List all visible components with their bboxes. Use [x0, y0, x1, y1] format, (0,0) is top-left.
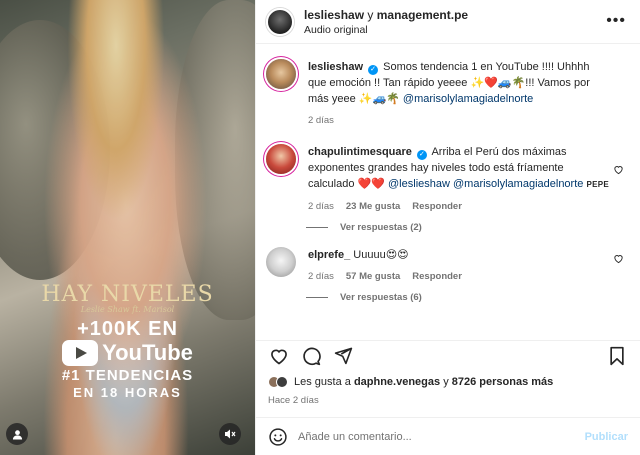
reply-button[interactable]: Responder — [412, 271, 462, 282]
heart-icon[interactable] — [613, 253, 624, 264]
avatar[interactable] — [266, 144, 296, 174]
tagged-users-button[interactable] — [6, 423, 28, 445]
view-replies-button[interactable]: Ver respuestas (2) — [306, 222, 626, 233]
caption-username[interactable]: leslieshaw — [308, 61, 363, 73]
view-replies-button[interactable]: Ver respuestas (6) — [306, 292, 626, 303]
like-button[interactable] — [268, 345, 290, 367]
avatar — [276, 376, 288, 388]
likes-joiner: y — [443, 376, 449, 388]
comment-emojis: 😍😍 — [385, 249, 409, 261]
avatar[interactable] — [266, 7, 294, 36]
emoji-icon[interactable] — [268, 427, 288, 447]
comment-age[interactable]: 2 días — [308, 201, 334, 212]
heart-icon[interactable] — [613, 164, 624, 175]
comment-button[interactable] — [300, 345, 322, 367]
author-username[interactable]: leslieshaw — [304, 8, 364, 22]
overlay-subtitle: Leslie Shaw ft. Marisol — [80, 305, 175, 314]
caption-age[interactable]: 2 días — [308, 115, 334, 126]
comment-emojis: ❤️❤️ — [357, 178, 385, 190]
post-media[interactable]: HAY NIVELES Leslie Shaw ft. Marisol +100… — [0, 0, 255, 455]
comment-icon — [303, 347, 321, 365]
user-icon — [12, 429, 22, 440]
view-replies-label: Ver respuestas (2) — [340, 222, 422, 233]
likes-summary: Les gusta a daphne.venegas y 8726 person… — [268, 376, 553, 388]
share-icon — [334, 347, 352, 365]
overlay-youtube: YouTube — [0, 340, 255, 366]
mute-icon — [225, 429, 236, 439]
comment-username[interactable]: chapulintimesquare — [308, 146, 412, 158]
likes-prefix: Les gusta a — [294, 376, 351, 388]
divider — [306, 297, 328, 298]
avatar[interactable] — [266, 59, 296, 89]
comment-likes[interactable]: 23 Me gusta — [346, 201, 400, 212]
avatar[interactable] — [266, 247, 296, 277]
comment-composer: Publicar — [256, 417, 640, 455]
comment-likes[interactable]: 57 Me gusta — [346, 271, 400, 282]
reply-button[interactable]: Responder — [412, 201, 462, 212]
comment-text: Uuuuu — [353, 249, 386, 261]
overlay-hours: EN 18 HORAS — [73, 385, 182, 400]
divider — [306, 227, 328, 228]
comments-list[interactable]: leslieshaw ✓ Somos tendencia 1 en YouTub… — [256, 45, 640, 331]
post-author: leslieshaw y management.pe — [304, 8, 468, 22]
share-button[interactable] — [332, 345, 354, 367]
overlay-platform: YouTube — [102, 340, 193, 365]
action-bar — [256, 340, 640, 370]
post-sidebar: leslieshaw y management.pe Audio origina… — [255, 0, 640, 455]
comment-age[interactable]: 2 días — [308, 271, 334, 282]
likes-user[interactable]: daphne.venegas — [354, 376, 440, 388]
overlay-trend: #1 TENDENCIAS — [61, 367, 194, 384]
caption: leslieshaw ✓ Somos tendencia 1 en YouTub… — [266, 59, 626, 126]
caption-emojis-a: ✨❤️🚙🌴 — [470, 77, 526, 89]
caption-emojis-b: ✨🚙🌴 — [358, 93, 400, 105]
overlay-views: +100K EN — [77, 318, 178, 340]
collaborator-username[interactable]: management.pe — [377, 8, 468, 22]
comment-input[interactable] — [298, 430, 585, 443]
comment-mention[interactable]: @marisolylamagiadelnorte — [453, 178, 583, 190]
post-header: leslieshaw y management.pe Audio origina… — [256, 0, 640, 44]
author-connector: y — [367, 7, 374, 22]
audio-label[interactable]: Audio original — [304, 24, 468, 36]
comment-mention[interactable]: @leslieshaw — [388, 178, 450, 190]
likes-others[interactable]: 8726 personas más — [452, 376, 554, 388]
bookmark-icon — [610, 346, 624, 365]
verified-icon: ✓ — [368, 65, 379, 75]
liker-avatars — [268, 376, 288, 388]
overlay-title: HAY NIVELES — [41, 282, 214, 307]
post-age[interactable]: Hace 2 días — [268, 395, 319, 406]
comment-item: chapulintimesquare ✓ Arriba el Perú dos … — [266, 144, 626, 212]
comment-item: elprefe_ Uuuuu😍😍 2 días 57 Me gusta Resp… — [266, 247, 626, 282]
more-icon[interactable]: ••• — [606, 12, 626, 30]
comment-tag: PEPE — [586, 180, 609, 189]
comment-username[interactable]: elprefe_ — [308, 249, 350, 261]
caption-mention[interactable]: @marisolylamagiadelnorte — [403, 93, 533, 105]
verified-icon: ✓ — [416, 150, 427, 160]
heart-icon — [271, 349, 287, 364]
view-replies-label: Ver respuestas (6) — [340, 292, 422, 303]
save-button[interactable] — [606, 345, 628, 367]
youtube-logo-icon — [62, 340, 99, 366]
publish-button[interactable]: Publicar — [585, 431, 628, 443]
mute-button[interactable] — [219, 423, 241, 445]
